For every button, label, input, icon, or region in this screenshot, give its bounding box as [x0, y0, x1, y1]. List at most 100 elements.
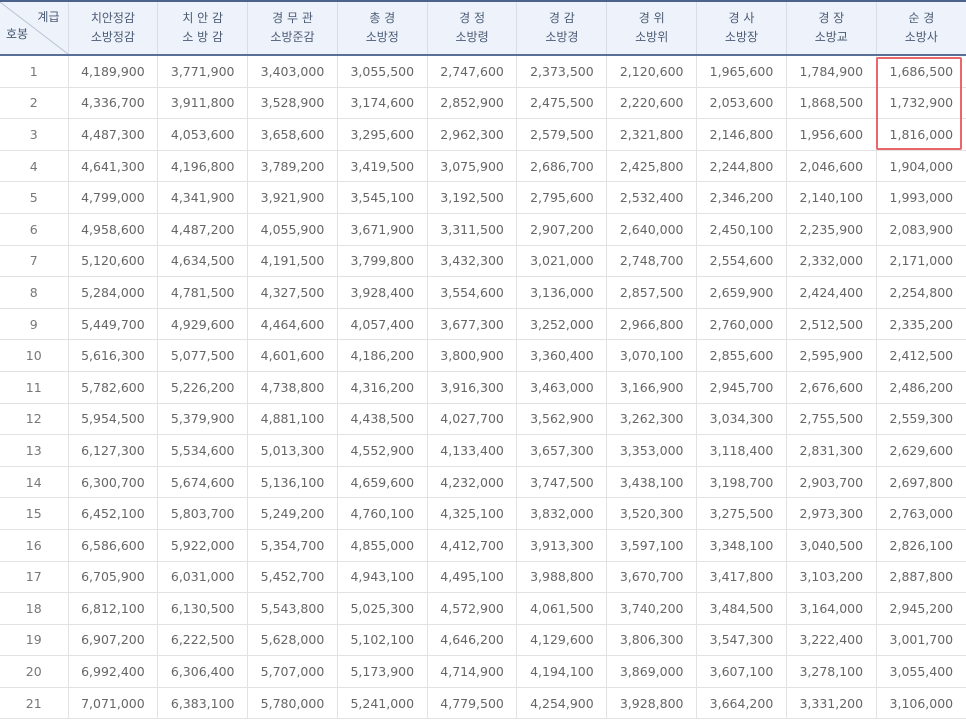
table-row: 8 5,284,000 4,781,500 4,327,500 3,928,400 3,5…: [0, 276, 966, 309]
salary-cell: 3,806,300: [606, 624, 698, 657]
salary-cell: 4,027,700: [427, 403, 518, 436]
salary-cell: 4,189,900: [68, 55, 159, 88]
salary-cell: 4,760,100: [337, 497, 428, 530]
salary-cell: 5,954,500: [68, 403, 159, 436]
salary-cell: 2,903,700: [786, 466, 877, 499]
salary-cell: 3,419,500: [337, 150, 428, 183]
table-row: 3 4,487,300 4,053,600 3,658,600 3,295,600 2,9…: [0, 118, 966, 151]
salary-cell: 3,671,900: [337, 213, 428, 246]
salary-cell: 2,676,600: [786, 371, 877, 404]
table-row: 10 5,616,300 5,077,500 4,601,600 4,186,200 3,…: [0, 339, 966, 372]
salary-cell: 2,346,200: [696, 181, 787, 214]
salary-cell: 4,129,600: [516, 624, 608, 657]
table-row: 18 6,812,100 6,130,500 5,543,800 5,025,300 4,…: [0, 592, 966, 625]
salary-cell: 3,070,100: [606, 339, 698, 372]
step-number: 8: [0, 276, 69, 309]
salary-cell: 2,254,800: [876, 276, 966, 309]
salary-cell: 5,379,900: [157, 403, 249, 436]
salary-cell: 3,799,800: [337, 245, 428, 278]
salary-cell: 3,278,100: [786, 655, 877, 688]
salary-cell: 3,740,200: [606, 592, 698, 625]
table-row: 11 5,782,600 5,226,200 4,738,800 4,316,200 3,…: [0, 371, 966, 404]
salary-cell: 2,755,500: [786, 403, 877, 436]
table-row: 7 5,120,600 4,634,500 4,191,500 3,799,800 3,4…: [0, 245, 966, 278]
table-row: 1 4,189,900 3,771,900 3,403,000 3,055,500 2,7…: [0, 55, 966, 88]
salary-cell: 4,641,300: [68, 150, 159, 183]
salary-cell: 2,686,700: [516, 150, 608, 183]
salary-cell: 3,118,400: [696, 434, 787, 467]
salary-cell: 3,164,000: [786, 592, 877, 625]
salary-cell: 3,295,600: [337, 118, 428, 151]
salary-cell: 6,992,400: [68, 655, 159, 688]
salary-cell: 4,061,500: [516, 592, 608, 625]
column-header: 총 경소방정: [337, 1, 428, 56]
salary-cell: 3,484,500: [696, 592, 787, 625]
column-header-fire-rank: 소방사: [904, 30, 938, 44]
salary-cell: 3,311,500: [427, 213, 518, 246]
salary-cell: 1,965,600: [696, 55, 787, 88]
salary-cell: 4,336,700: [68, 87, 159, 120]
salary-cell: 4,464,600: [247, 308, 338, 341]
salary-cell: 6,907,200: [68, 624, 159, 657]
step-number: 17: [0, 561, 69, 594]
salary-cell: 2,046,600: [786, 150, 877, 183]
salary-cell: 4,855,000: [337, 529, 428, 562]
salary-cell: 2,962,300: [427, 118, 518, 151]
step-number: 11: [0, 371, 69, 404]
salary-cell: 2,450,100: [696, 213, 787, 246]
column-header-fire-rank: 소방경: [545, 30, 579, 44]
step-number: 15: [0, 497, 69, 530]
salary-cell: 5,173,900: [337, 655, 428, 688]
salary-cell: 5,241,000: [337, 687, 428, 720]
salary-cell: 2,559,300: [876, 403, 966, 436]
column-header-police-rank: 총 경: [369, 11, 396, 25]
step-number: 19: [0, 624, 69, 657]
salary-cell: 2,763,000: [876, 497, 966, 530]
salary-cell: 3,913,300: [516, 529, 608, 562]
table-row: 20 6,992,400 6,306,400 5,707,000 5,173,900 4,…: [0, 655, 966, 688]
salary-cell: 4,194,100: [516, 655, 608, 688]
salary-cell: 4,316,200: [337, 371, 428, 404]
salary-cell: 3,928,800: [606, 687, 698, 720]
step-number: 18: [0, 592, 69, 625]
table-row: 6 4,958,600 4,487,200 4,055,900 3,671,900 3,3…: [0, 213, 966, 246]
step-number: 4: [0, 150, 69, 183]
table-row: 13 6,127,300 5,534,600 5,013,300 4,552,900 4,…: [0, 434, 966, 467]
salary-cell: 3,106,000: [876, 687, 966, 720]
salary-cell: 2,475,500: [516, 87, 608, 120]
salary-cell: 3,789,200: [247, 150, 338, 183]
salary-cell: 3,658,600: [247, 118, 338, 151]
salary-cell: 3,360,400: [516, 339, 608, 372]
salary-cell: 6,222,500: [157, 624, 249, 657]
salary-cell: 3,916,300: [427, 371, 518, 404]
salary-cell: 1,993,000: [876, 181, 966, 214]
salary-cell: 5,782,600: [68, 371, 159, 404]
salary-cell: 5,226,200: [157, 371, 249, 404]
salary-cell: 2,760,000: [696, 308, 787, 341]
table-header: 계급 호봉 치안정감 소방정감 치 안 감소 방 감경 무 관 소방준감 총 경 소방정 경…: [0, 1, 966, 56]
salary-cell: 3,520,300: [606, 497, 698, 530]
salary-cell: 2,945,700: [696, 371, 787, 404]
step-number: 7: [0, 245, 69, 278]
salary-cell: 5,102,100: [337, 624, 428, 657]
salary-cell: 4,232,000: [427, 466, 518, 499]
salary-cell: 2,171,000: [876, 245, 966, 278]
salary-cell: 3,348,100: [696, 529, 787, 562]
column-header: 치안정감 소방정감: [68, 1, 159, 56]
column-header-fire-rank: 소방정: [365, 30, 399, 44]
salary-cell: 1,686,500: [876, 55, 966, 88]
salary-cell: 3,988,800: [516, 561, 608, 594]
salary-cell: 3,222,400: [786, 624, 877, 657]
column-header-fire-rank: 소방위: [635, 30, 669, 44]
salary-cell: 4,929,600: [157, 308, 249, 341]
table-row: 21 7,071,000 6,383,100 5,780,000 5,241,000 4,…: [0, 687, 966, 720]
salary-cell: 4,053,600: [157, 118, 249, 151]
salary-cell: 2,852,900: [427, 87, 518, 120]
salary-cell: 4,438,500: [337, 403, 428, 436]
table-row: 5 4,799,000 4,341,900 3,921,900 3,545,100 3,1…: [0, 181, 966, 214]
table-row: 14 6,300,700 5,674,600 5,136,100 4,659,600 4,…: [0, 466, 966, 499]
step-number: 16: [0, 529, 69, 562]
salary-cell: 3,353,000: [606, 434, 698, 467]
salary-cell: 4,572,900: [427, 592, 518, 625]
salary-cell: 3,928,400: [337, 276, 428, 309]
